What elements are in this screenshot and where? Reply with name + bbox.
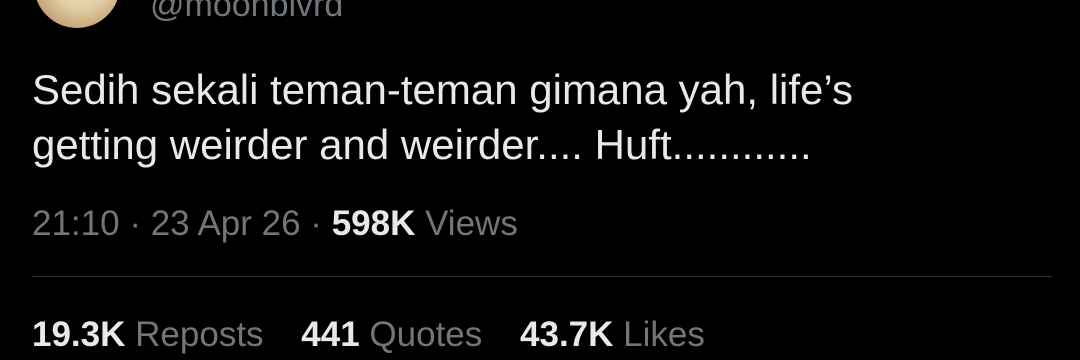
author-handle[interactable]: @moonblvrd xyxy=(150,0,343,22)
tweet-time[interactable]: 21:10 xyxy=(32,204,120,243)
reposts-stat[interactable]: 19.3K Reposts xyxy=(32,313,264,357)
reposts-count: 19.3K xyxy=(32,315,126,354)
likes-label: Likes xyxy=(623,315,705,354)
tweet-text-line-1: Sedih sekali teman-teman gimana yah, lif… xyxy=(32,66,853,113)
quotes-count: 441 xyxy=(301,315,360,354)
tweet-meta: 21:10 · 23 Apr 26 · 598K Views xyxy=(32,202,518,246)
meta-separator: · xyxy=(129,204,141,243)
likes-stat[interactable]: 43.7K Likes xyxy=(520,313,705,357)
divider xyxy=(32,276,1052,277)
reposts-label: Reposts xyxy=(135,315,264,354)
views-label: Views xyxy=(425,204,518,243)
meta-separator: · xyxy=(310,204,322,243)
likes-count: 43.7K xyxy=(520,315,614,354)
tweet-text: Sedih sekali teman-teman gimana yah, lif… xyxy=(32,62,1052,172)
quotes-label: Quotes xyxy=(369,315,483,354)
tweet-date[interactable]: 23 Apr 26 xyxy=(151,204,301,243)
engagement-stats: 19.3K Reposts 441 Quotes 43.7K Likes xyxy=(32,313,733,357)
quotes-stat[interactable]: 441 Quotes xyxy=(301,313,482,357)
avatar[interactable] xyxy=(34,0,120,28)
tweet-text-line-2: getting weirder and weirder.... Huft....… xyxy=(32,121,812,168)
views-count: 598K xyxy=(331,204,416,243)
